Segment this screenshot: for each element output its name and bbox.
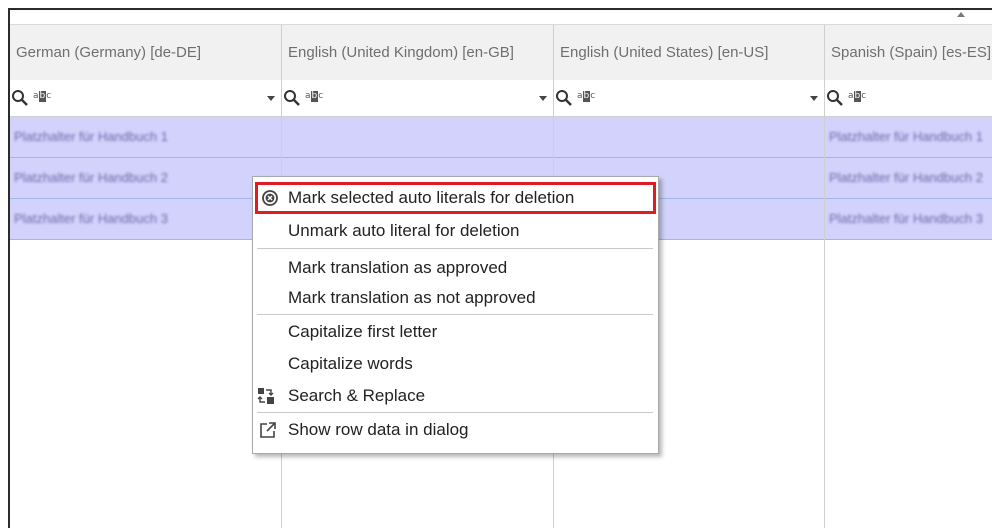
table-cell[interactable] <box>282 117 554 157</box>
search-replace-icon <box>257 388 274 404</box>
menu-item-mark-not-approved[interactable]: Mark translation as not approved <box>253 282 658 314</box>
search-icon <box>284 90 300 106</box>
menu-separator <box>257 314 653 315</box>
column-divider <box>824 117 825 528</box>
filter-cell-en-gb[interactable]: abc <box>282 80 554 116</box>
column-header-row: German (Germany) [de-DE] English (United… <box>10 24 992 81</box>
search-icon <box>827 90 843 106</box>
column-header-en-gb[interactable]: English (United Kingdom) [en-GB] <box>282 25 554 80</box>
menu-item-search-replace[interactable]: Search & Replace <box>253 380 658 412</box>
menu-item-mark-auto-literals-for-deletion[interactable]: Mark selected auto literals for deletion <box>255 182 656 214</box>
search-icon <box>556 90 572 106</box>
menu-separator <box>257 248 653 249</box>
filter-row: abc abc abc abc <box>10 80 992 117</box>
chevron-down-icon[interactable] <box>267 96 275 101</box>
menu-item-label: Mark selected auto literals for deletion <box>288 188 575 207</box>
text-filter-icon[interactable]: abc <box>577 91 595 102</box>
delete-circle-icon <box>262 190 278 206</box>
menu-separator <box>257 412 653 413</box>
context-menu: Mark selected auto literals for deletion… <box>252 176 659 454</box>
table-cell[interactable]: Platzhalter für Handbuch 1 <box>10 117 282 157</box>
column-header-de-de[interactable]: German (Germany) [de-DE] <box>10 25 282 80</box>
menu-item-label: Capitalize first letter <box>288 322 438 341</box>
column-header-en-us[interactable]: English (United States) [en-US] <box>554 25 825 80</box>
text-filter-icon[interactable]: abc <box>848 91 866 102</box>
external-link-icon <box>260 422 276 438</box>
menu-item-label: Mark translation as approved <box>288 258 508 277</box>
table-cell[interactable]: Platzhalter für Handbuch 3 <box>10 199 282 239</box>
menu-item-show-row-data[interactable]: Show row data in dialog <box>253 414 658 446</box>
table-cell[interactable]: Platzhalter für Handbuch 2 <box>825 158 992 198</box>
chevron-down-icon[interactable] <box>539 96 547 101</box>
menu-item-capitalize-first-letter[interactable]: Capitalize first letter <box>253 316 658 348</box>
filter-cell-es-es[interactable]: abc <box>825 80 992 116</box>
text-filter-icon[interactable]: abc <box>33 91 51 102</box>
table-cell[interactable] <box>554 117 825 157</box>
sort-ascending-icon[interactable] <box>957 12 965 17</box>
filter-cell-de-de[interactable]: abc <box>10 80 282 116</box>
column-header-es-es[interactable]: Spanish (Spain) [es-ES] <box>825 25 992 80</box>
text-filter-icon[interactable]: abc <box>305 91 323 102</box>
menu-item-label: Show row data in dialog <box>288 420 469 439</box>
table-row[interactable]: Platzhalter für Handbuch 1 Platzhalter f… <box>10 117 992 158</box>
menu-item-capitalize-words[interactable]: Capitalize words <box>253 348 658 380</box>
table-cell[interactable]: Platzhalter für Handbuch 1 <box>825 117 992 157</box>
menu-item-label: Unmark auto literal for deletion <box>288 221 520 240</box>
menu-item-unmark-auto-literal[interactable]: Unmark auto literal for deletion <box>253 215 658 247</box>
menu-item-mark-approved[interactable]: Mark translation as approved <box>253 252 658 284</box>
menu-item-label: Search & Replace <box>288 386 426 405</box>
table-cell[interactable]: Platzhalter für Handbuch 3 <box>825 199 992 239</box>
search-icon <box>12 90 28 106</box>
table-cell[interactable]: Platzhalter für Handbuch 2 <box>10 158 282 198</box>
chevron-down-icon[interactable] <box>810 96 818 101</box>
grid-top-strip <box>10 10 992 24</box>
filter-cell-en-us[interactable]: abc <box>554 80 825 116</box>
menu-item-label: Capitalize words <box>288 354 413 373</box>
menu-item-label: Mark translation as not approved <box>288 288 536 307</box>
